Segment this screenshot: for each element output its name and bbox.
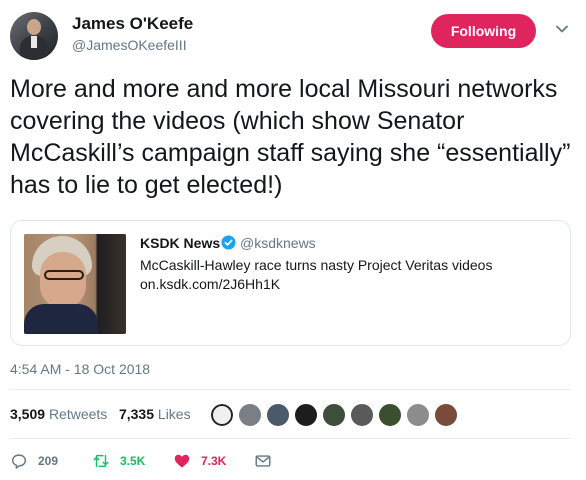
card-link[interactable]: on.ksdk.com/2J6Hh1K — [140, 276, 280, 292]
divider — [10, 389, 571, 390]
retweets-label: Retweets — [48, 406, 108, 422]
avatar[interactable] — [321, 402, 347, 428]
retweets-count: 3,509 — [10, 406, 46, 422]
divider — [10, 438, 571, 439]
avatar[interactable] — [377, 402, 403, 428]
like-button[interactable]: 7.3K — [173, 451, 226, 471]
message-icon — [255, 455, 271, 467]
avatar[interactable] — [293, 402, 319, 428]
author-avatar[interactable] — [10, 12, 58, 60]
avatar[interactable] — [237, 402, 263, 428]
card-source-handle: @ksdknews — [240, 235, 316, 251]
card-source-name: KSDK News — [140, 235, 221, 251]
avatar[interactable] — [405, 402, 431, 428]
tweet-timestamp[interactable]: 4:54 AM - 18 Oct 2018 — [10, 361, 150, 377]
chevron-down-icon[interactable] — [555, 22, 569, 36]
card-title: McCaskill-Hawley race turns nasty Projec… — [140, 257, 493, 273]
heart-icon — [174, 454, 190, 468]
tweet-text: More and more and more local Missouri ne… — [10, 75, 571, 199]
tweet-actions: 209 3.5K 7.3K — [10, 451, 576, 475]
like-count: 7.3K — [201, 454, 227, 468]
likes-stat[interactable]: 7,335 Likes — [119, 406, 191, 422]
avatar[interactable] — [433, 402, 459, 428]
retweets-stat[interactable]: 3,509 Retweets — [10, 406, 107, 422]
retweet-button[interactable]: 3.5K — [92, 451, 145, 471]
tweet-header: James O'Keefe @JamesOKeefeIII Following — [10, 8, 576, 60]
card-thumbnail — [24, 234, 126, 334]
likes-count: 7,335 — [118, 406, 155, 422]
reply-icon — [11, 454, 27, 469]
avatar[interactable] — [349, 402, 375, 428]
author-name[interactable]: James O'Keefe — [72, 14, 193, 34]
reply-button[interactable]: 209 — [10, 451, 58, 471]
avatar[interactable] — [209, 402, 235, 428]
reply-count: 209 — [38, 454, 59, 468]
likes-label: Likes — [157, 406, 191, 422]
direct-message-button[interactable] — [254, 451, 282, 471]
retweet-count: 3.5K — [120, 454, 146, 468]
following-button[interactable]: Following — [431, 14, 536, 48]
retweet-icon — [93, 454, 109, 468]
verified-badge-icon — [221, 235, 236, 250]
tweet-stats: 3,509 Retweets 7,335 Likes — [10, 406, 191, 422]
author-handle[interactable]: @JamesOKeefeIII — [72, 37, 187, 53]
avatar[interactable] — [265, 402, 291, 428]
link-card[interactable]: KSDK News @ksdknews McCaskill-Hawley rac… — [10, 220, 571, 346]
